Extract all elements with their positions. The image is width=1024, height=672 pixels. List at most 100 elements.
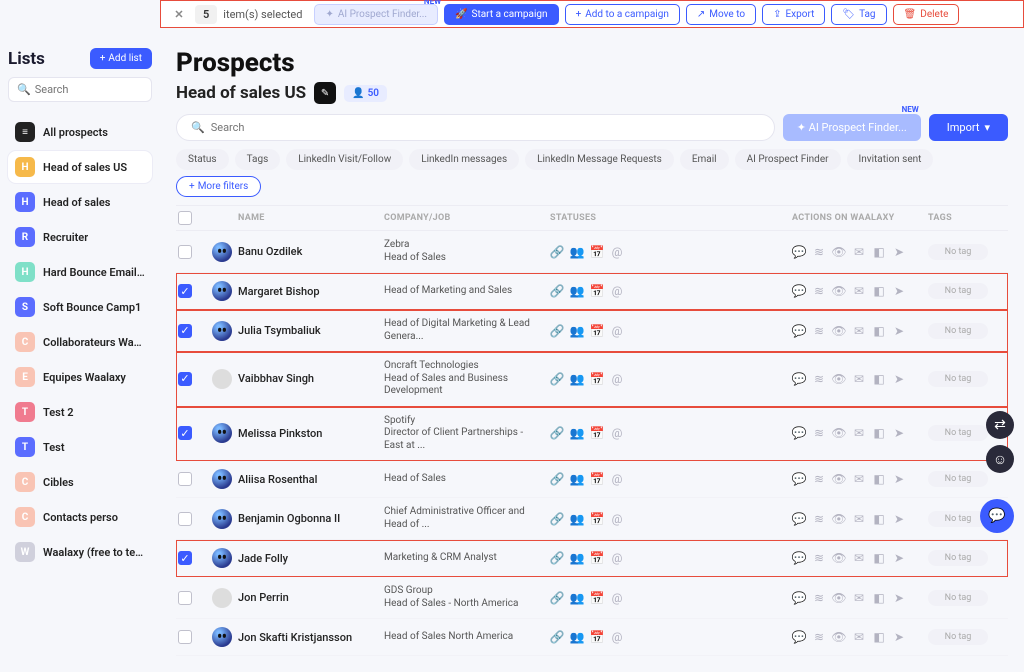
select-all-checkbox[interactable] xyxy=(178,211,192,225)
mail-icon: ✉ xyxy=(852,245,866,259)
tag-button[interactable]: 🏷 Tag xyxy=(831,4,886,25)
sidebar-search[interactable]: 🔍 xyxy=(8,77,152,102)
start-campaign-button[interactable]: 🚀 Start a campaign xyxy=(444,4,558,25)
tag-chip[interactable]: No tag xyxy=(928,511,988,527)
rss-icon: ≋ xyxy=(812,472,826,486)
row-checkbox[interactable]: ✓ xyxy=(178,426,192,440)
filter-chip[interactable]: LinkedIn Visit/Follow xyxy=(286,149,403,170)
tag-chip[interactable]: No tag xyxy=(928,590,988,606)
sidebar-item[interactable]: H Head of sales xyxy=(8,186,152,218)
list-icon: S xyxy=(15,297,35,317)
add-to-campaign-button[interactable]: + Add to a campaign xyxy=(565,4,680,25)
edit-list-button[interactable]: ✎ xyxy=(314,82,336,104)
main-search[interactable]: 🔍 xyxy=(176,114,775,141)
tag-chip[interactable]: No tag xyxy=(928,550,988,566)
ai-prospect-finder-button-top[interactable]: ✦ AI Prospect Finder... NEW xyxy=(314,4,438,25)
row-checkbox[interactable]: ✓ xyxy=(178,372,192,386)
sidebar-item[interactable]: H Hard Bounce Emails✕ xyxy=(8,256,152,288)
filter-chip[interactable]: Tags xyxy=(235,149,281,170)
sidebar-item[interactable]: C Cibles xyxy=(8,466,152,498)
sidebar-search-input[interactable] xyxy=(35,83,143,96)
sidebar-item[interactable]: T Test xyxy=(8,431,152,463)
table-row[interactable]: Jon Skafti Kristjansson Head of Sales No… xyxy=(176,619,1008,656)
sparkle-icon: ✦ xyxy=(797,121,806,134)
row-checkbox[interactable] xyxy=(178,512,192,526)
icon-group: 💬≋👁✉◧➤ xyxy=(792,551,922,565)
at-icon: @ xyxy=(610,372,624,386)
swap-button[interactable]: ⇄ xyxy=(986,411,1014,439)
filter-chip[interactable]: LinkedIn messages xyxy=(409,149,519,170)
filter-chips: Status TagsLinkedIn Visit/Follow LinkedIn … xyxy=(176,149,1008,197)
chat-button[interactable]: 💬 xyxy=(980,499,1014,533)
filter-chip[interactable]: Invitation sent xyxy=(847,149,934,170)
sidebar-item[interactable]: C Contacts perso xyxy=(8,501,152,533)
people-icon: 👥 xyxy=(570,245,584,259)
more-filters-button[interactable]: + More filters xyxy=(176,176,261,197)
row-checkbox[interactable] xyxy=(178,630,192,644)
sidebar-item[interactable]: S Soft Bounce Camp1 xyxy=(8,291,152,323)
company-job: Head of Sales North America xyxy=(384,631,544,644)
close-selection-button[interactable]: ✕ xyxy=(169,4,189,24)
tag-chip[interactable]: No tag xyxy=(928,629,988,645)
calendar-icon: 📅 xyxy=(590,551,604,565)
move-to-button[interactable]: ↗ Move to xyxy=(686,4,756,25)
add-list-button[interactable]: + Add list xyxy=(90,48,152,69)
sidebar-item[interactable]: ≡ All prospects xyxy=(8,116,152,148)
people-icon: 👥 xyxy=(570,426,584,440)
filter-chip[interactable]: Email xyxy=(680,149,729,170)
table-row[interactable]: ✓ Vaibbhav Singh Oncraft TechnologiesHea… xyxy=(176,352,1008,407)
eye-icon: 👁 xyxy=(832,324,846,338)
sidebar-item[interactable]: C Collaborateurs Waalaxy xyxy=(8,326,152,358)
prospect-name: Jade Folly xyxy=(238,552,378,565)
list-icon: C xyxy=(15,332,35,352)
sidebar-item[interactable]: W Waalaxy (free to test) xyxy=(8,536,152,568)
filter-chip[interactable]: LinkedIn Message Requests xyxy=(525,149,674,170)
row-checkbox[interactable]: ✓ xyxy=(178,284,192,298)
tag-chip[interactable]: No tag xyxy=(928,371,988,387)
link-icon: 🔗 xyxy=(550,512,564,526)
row-checkbox[interactable] xyxy=(178,472,192,486)
row-checkbox[interactable] xyxy=(178,591,192,605)
table-row[interactable]: Aliisa Rosenthal Head of Sales 🔗👥📅@ 💬≋👁✉… xyxy=(176,461,1008,498)
mail-icon: ✉ xyxy=(852,426,866,440)
company-job: Oncraft TechnologiesHead of Sales and Bu… xyxy=(384,360,544,398)
table-row[interactable]: Benjamin Ogbonna II Chief Administrative… xyxy=(176,498,1008,540)
ai-prospect-finder-button[interactable]: ✦ AI Prospect Finder... NEW xyxy=(783,114,921,141)
people-icon: 👥 xyxy=(570,284,584,298)
icon-group: 🔗👥📅@ xyxy=(550,591,670,605)
sidebar-item[interactable]: E Equipes Waalaxy xyxy=(8,361,152,393)
filter-chip[interactable]: Status xyxy=(176,149,229,170)
table-row[interactable]: Banu Ozdilek ZebraHead of Sales 🔗👥📅@ 💬≋👁… xyxy=(176,231,1008,273)
table-row[interactable]: ✓ Melissa Pinkston SpotifyDirector of Cl… xyxy=(176,407,1008,462)
avatar xyxy=(212,509,232,529)
send-icon: ➤ xyxy=(892,591,906,605)
export-button[interactable]: ⇪ Export xyxy=(762,4,825,25)
prospect-name: Melissa Pinkston xyxy=(238,427,378,440)
row-checkbox[interactable]: ✓ xyxy=(178,324,192,338)
tag-chip[interactable]: No tag xyxy=(928,283,988,299)
delete-button[interactable]: 🗑 Delete xyxy=(893,4,960,25)
link-icon: 🔗 xyxy=(550,372,564,386)
main-search-input[interactable] xyxy=(211,121,760,134)
list-icon: C xyxy=(15,507,35,527)
avatar xyxy=(212,281,232,301)
tag-chip[interactable]: No tag xyxy=(928,471,988,487)
rss-icon: ≋ xyxy=(812,426,826,440)
filter-chip[interactable]: AI Prospect Finder xyxy=(735,149,841,170)
tag-chip[interactable]: No tag xyxy=(928,425,988,441)
table-row[interactable]: ✓ Margaret Bishop Head of Marketing and … xyxy=(176,273,1008,310)
tag-chip[interactable]: No tag xyxy=(928,244,988,260)
table-row[interactable]: ✓ Julia Tsymbaliuk Head of Digital Marke… xyxy=(176,310,1008,352)
row-checkbox[interactable] xyxy=(178,245,192,259)
sidebar-item[interactable]: T Test 2 xyxy=(8,396,152,428)
table-row[interactable]: ✓ Jade Folly Marketing & CRM Analyst 🔗👥📅… xyxy=(176,540,1008,577)
help-button[interactable]: ☺ xyxy=(986,445,1014,473)
sidebar-item[interactable]: H Head of sales US xyxy=(8,151,152,183)
row-checkbox[interactable]: ✓ xyxy=(178,551,192,565)
sidebar-item[interactable]: R Recruiter xyxy=(8,221,152,253)
eye-icon: 👁 xyxy=(832,630,846,644)
import-button[interactable]: Import ▾ xyxy=(929,114,1008,141)
tag-chip[interactable]: No tag xyxy=(928,323,988,339)
table-row[interactable]: Jon Perrin GDS GroupHead of Sales - Nort… xyxy=(176,577,1008,619)
at-icon: @ xyxy=(610,426,624,440)
